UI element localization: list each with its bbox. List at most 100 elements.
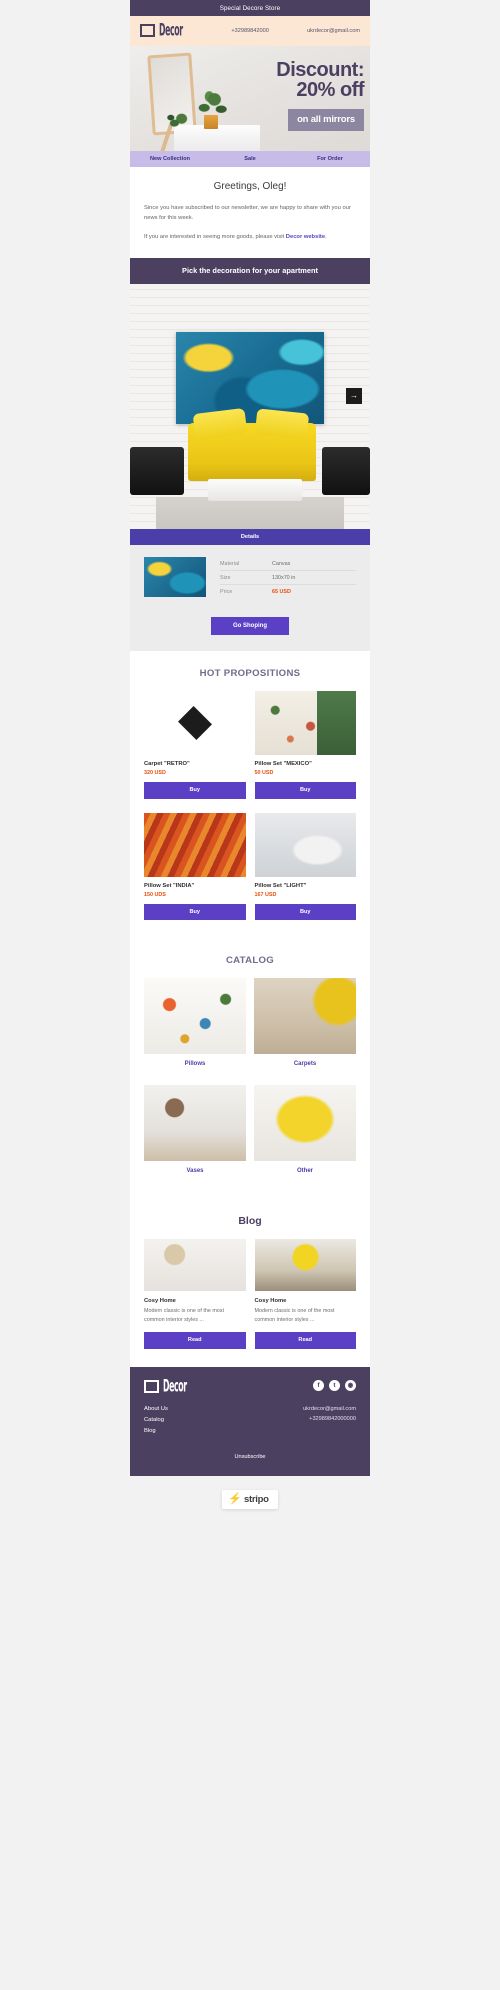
product-image-pillow-india[interactable]: [144, 812, 246, 877]
details-button[interactable]: Details: [130, 528, 370, 546]
product-image-carpet-retro[interactable]: [144, 691, 246, 755]
product-thumbnail[interactable]: [144, 557, 206, 598]
header-phone[interactable]: +32989842000: [231, 28, 269, 34]
product-price: 50 USD: [254, 770, 274, 777]
stripo-badge[interactable]: ⚡ stripo: [222, 1489, 278, 1509]
square-logo-icon: [140, 24, 155, 37]
decor-website-link[interactable]: Decor website: [286, 234, 325, 240]
catalog-label-vases[interactable]: Vases: [144, 1161, 246, 1186]
blog-post-title: Cosy Home: [254, 1298, 287, 1305]
artwork-illustration: [176, 331, 324, 424]
stripo-badge-row: ⚡ stripo: [0, 1475, 500, 1527]
navigation-bar: New Collection Sale For Order: [130, 150, 370, 167]
preheader-bar: Special Decore Store: [130, 0, 370, 16]
greeting-section: Greetings, Oleg! Since you have subscrib…: [130, 167, 370, 259]
buy-button[interactable]: Buy: [254, 903, 356, 921]
product-name: Carpet "RETRO": [144, 761, 190, 768]
unsubscribe-link[interactable]: Unsubscribe: [144, 1438, 356, 1460]
spec-value-size: 130x70 in: [272, 574, 296, 581]
blog-image-1[interactable]: [144, 1239, 246, 1292]
catalog-label-pillows[interactable]: Pillows: [144, 1054, 246, 1079]
catalog-label-carpets[interactable]: Carpets: [254, 1054, 356, 1079]
greeting-paragraph-2-pre: If you are interested in seeing more goo…: [144, 234, 286, 241]
blog-card: Cosy Home Modern classic is one of the m…: [144, 1239, 246, 1349]
product-name: Pillow Set "INDIA": [144, 882, 195, 889]
go-shopping-button[interactable]: Go Shoping: [211, 617, 289, 636]
product-price: 167 USD: [254, 891, 277, 898]
blog-post-excerpt: Modern classic is one of the most common…: [144, 1308, 224, 1324]
catalog-label-other[interactable]: Other: [254, 1161, 356, 1186]
footer-phone[interactable]: +32989842000000: [303, 1414, 356, 1425]
buy-button[interactable]: Buy: [254, 782, 356, 799]
blog-heading: Blog: [130, 1198, 370, 1240]
greeting-paragraph-1: Since you have subscribed to our newslet…: [144, 205, 351, 222]
coffee-table-illustration: [208, 478, 302, 501]
next-arrow-icon[interactable]: →: [346, 387, 362, 404]
nav-item-for-order[interactable]: For Order: [290, 156, 370, 162]
product-image-pillow-light[interactable]: [254, 812, 356, 877]
product-card: Pillow Set "LIGHT" 167 USD Buy: [254, 812, 356, 921]
facebook-icon[interactable]: f: [313, 1379, 324, 1391]
catalog-image-vases[interactable]: [144, 1085, 246, 1162]
header-email[interactable]: ukrdecor@gmail.com: [307, 28, 360, 34]
instagram-icon[interactable]: ◉: [345, 1379, 356, 1391]
read-button[interactable]: Read: [144, 1332, 246, 1349]
feature-photo: →: [130, 283, 370, 529]
spec-value-price: 65 USD: [272, 588, 291, 595]
product-price: 150 UDS: [144, 891, 166, 898]
product-row: Pillow Set "INDIA" 150 UDS Buy Pillow Se…: [144, 812, 356, 921]
catalog-image-carpets[interactable]: [254, 978, 356, 1055]
email-preview-page: Special Decore Store Decor +32989842000 …: [0, 0, 500, 1990]
brand-name: Decor: [159, 21, 183, 40]
product-card: Carpet "RETRO" 320 USD Buy: [144, 691, 246, 799]
catalog-heading: CATALOG: [130, 938, 370, 979]
buy-button[interactable]: Buy: [144, 782, 246, 799]
armchair-left-illustration: [130, 446, 184, 495]
spec-key-size: Size: [220, 574, 231, 581]
footer-link-blog[interactable]: Blog: [144, 1426, 168, 1437]
catalog-row: Pillows Carpets: [144, 978, 356, 1079]
catalog-card: Other: [254, 1085, 356, 1186]
hero-headline-line2: 20% off: [296, 78, 364, 101]
sofa-illustration: [188, 422, 316, 481]
hero-text-block: Discount: 20% off on all mirrors: [276, 58, 364, 132]
footer-brand-logo[interactable]: Decor: [144, 1378, 201, 1395]
catalog-image-pillows[interactable]: [144, 978, 246, 1055]
greeting-title: Greetings, Oleg!: [213, 181, 287, 192]
footer-email[interactable]: ukrdecor@gmail.com: [303, 1404, 356, 1415]
catalog-image-other[interactable]: [254, 1085, 356, 1162]
spec-value-material: Canvas: [272, 560, 291, 567]
hot-propositions-grid: Carpet "RETRO" 320 USD Buy Pillow Set "M…: [130, 691, 370, 939]
header-bar: Decor +32989842000 ukrdecor@gmail.com: [130, 15, 370, 46]
blog-card: Cosy Home Modern classic is one of the m…: [254, 1239, 356, 1349]
footer-link-about-us[interactable]: About Us: [144, 1404, 168, 1415]
catalog-card: Vases: [144, 1085, 246, 1186]
catalog-row: Vases Other: [144, 1085, 356, 1186]
feature-section-title: Pick the decoration for your apartment: [130, 258, 370, 284]
footer-link-catalog[interactable]: Catalog: [144, 1415, 168, 1426]
blog-row: Cosy Home Modern classic is one of the m…: [144, 1239, 356, 1349]
footer-links: About Us Catalog Blog: [144, 1404, 168, 1438]
nav-item-sale[interactable]: Sale: [210, 156, 290, 162]
hot-propositions-heading: HOT PROPOSITIONS: [130, 651, 370, 692]
catalog-card: Pillows: [144, 978, 246, 1079]
footer-body-row: About Us Catalog Blog ukrdecor@gmail.com…: [144, 1404, 356, 1438]
greeting-paragraph-2: If you are interested in seeing more goo…: [144, 232, 356, 242]
product-price: 320 USD: [144, 770, 166, 777]
social-links: f t ◉: [313, 1379, 356, 1391]
plant-illustration: [194, 90, 228, 119]
product-card: Pillow Set "MEXICO" 50 USD Buy: [254, 691, 356, 799]
product-name: Pillow Set "MEXICO": [254, 761, 312, 768]
product-row: Carpet "RETRO" 320 USD Buy Pillow Set "M…: [144, 691, 356, 799]
twitter-icon[interactable]: t: [329, 1379, 340, 1391]
greeting-paragraph-2-post: .: [325, 234, 327, 241]
brand-logo[interactable]: Decor: [140, 21, 197, 40]
nav-item-new-collection[interactable]: New Collection: [130, 156, 210, 162]
hero-subtitle-tag: on all mirrors: [288, 109, 364, 132]
read-button[interactable]: Read: [254, 1332, 356, 1349]
buy-button[interactable]: Buy: [144, 903, 246, 921]
hero-headline-line1: Discount:: [276, 58, 364, 81]
hero-banner: Discount: 20% off on all mirrors: [130, 45, 370, 151]
blog-image-2[interactable]: [254, 1239, 356, 1292]
product-image-pillow-mexico[interactable]: [254, 691, 356, 756]
